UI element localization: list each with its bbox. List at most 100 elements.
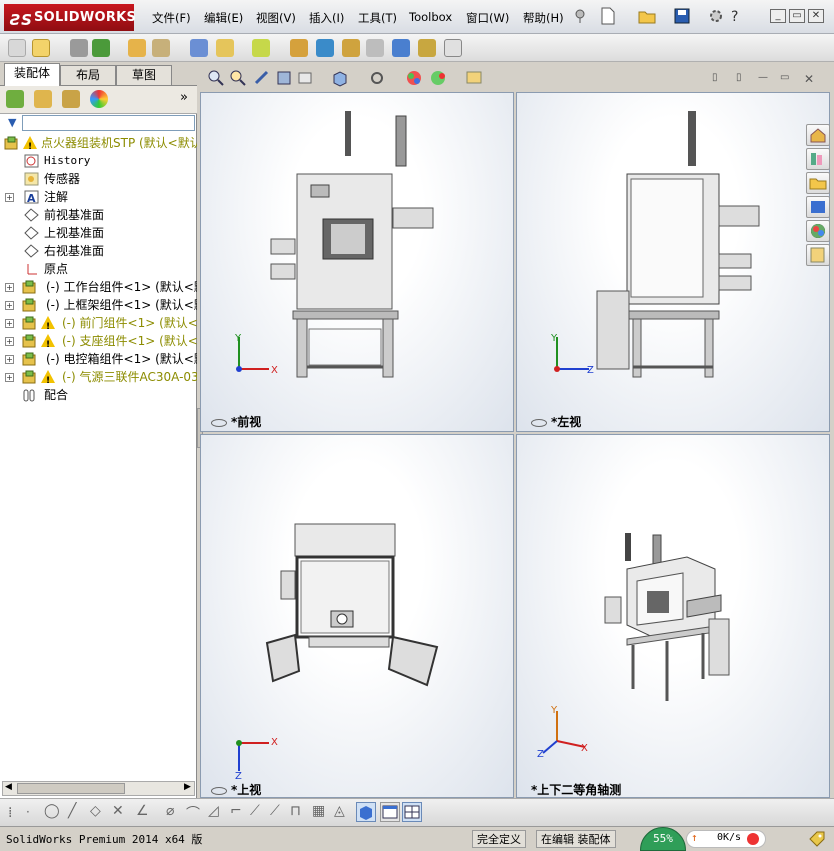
expand-toggle[interactable]: + <box>5 337 14 346</box>
reference-geometry-icon[interactable] <box>290 39 308 57</box>
file-explorer-icon[interactable] <box>806 172 830 194</box>
polygon-icon[interactable]: ◇ <box>90 803 101 819</box>
fillet-icon[interactable]: ⌒ <box>186 803 200 823</box>
trim-icon[interactable]: ✕ <box>112 803 124 819</box>
menu-insert[interactable]: 插入(I) <box>309 10 344 26</box>
save-icon[interactable] <box>674 8 690 24</box>
pin-icon[interactable] <box>572 8 588 24</box>
menu-window[interactable]: 窗口(W) <box>466 10 509 26</box>
expand-toggle[interactable]: + <box>5 355 14 364</box>
mate-icon[interactable] <box>92 39 110 57</box>
grid-icon[interactable]: ▦ <box>312 803 325 819</box>
smart-fasteners-icon[interactable] <box>152 39 170 57</box>
menu-help[interactable]: 帮助(H) <box>523 10 564 26</box>
expand-toggle[interactable]: + <box>5 373 14 382</box>
interference-detection-icon[interactable] <box>418 39 436 57</box>
menu-tools[interactable]: 工具(T) <box>358 10 397 26</box>
linear-sketch-pattern-icon[interactable]: ⊓ <box>290 803 301 819</box>
tree-item-air-source[interactable]: + (-) 气源三联件AC30A-03< <box>0 368 197 386</box>
assembly-features-icon[interactable] <box>252 39 270 57</box>
tree-item-right-plane[interactable]: 右视基准面 <box>0 242 197 260</box>
tree-item-top-plane[interactable]: 上视基准面 <box>0 224 197 242</box>
viewport-isometric[interactable]: Y X Z *上下二等角轴测 <box>516 434 830 798</box>
tree-item-root-assembly[interactable]: 点火器组装机STP (默认<默认 <box>0 134 197 152</box>
view-settings-icon[interactable] <box>465 69 487 87</box>
tree-item-front-plane[interactable]: 前视基准面 <box>0 206 197 224</box>
menu-file[interactable]: 文件(F) <box>152 10 191 26</box>
view-orientation-icon[interactable] <box>331 69 353 87</box>
smart-dimension-icon[interactable]: ⌀ <box>166 803 174 819</box>
edit-appearance-icon[interactable] <box>405 69 423 87</box>
tree-item-workbench[interactable]: + (-) 工作台组件<1> (默认<默 <box>0 278 197 296</box>
scroll-right-arrow-icon[interactable]: ▶ <box>184 782 191 792</box>
solidworks-logo[interactable]: ƧS SOLIDWORKS <box>4 4 136 31</box>
tree-item-front-door[interactable]: + (-) 前门组件<1> (默认<默 <box>0 314 197 332</box>
options-gear-icon[interactable] <box>708 8 724 24</box>
convert-entities-icon[interactable]: ⟋ <box>270 803 280 819</box>
design-library-icon[interactable] <box>806 148 830 170</box>
new-document-icon[interactable] <box>600 7 616 25</box>
chamfer-icon[interactable]: ◿ <box>208 803 219 819</box>
expand-toggle[interactable]: + <box>5 283 14 292</box>
viewport-restore-icon[interactable]: ▭ <box>780 72 789 83</box>
expand-toggle[interactable]: + <box>5 193 14 202</box>
explode-line-sketch-icon[interactable] <box>392 39 410 57</box>
filter-icon[interactable]: ▼ <box>8 116 16 129</box>
dynamic-annotation-icon[interactable] <box>297 69 319 87</box>
tree-item-history[interactable]: History <box>0 152 197 170</box>
solidworks-resources-icon[interactable] <box>806 124 830 146</box>
viewport-expand-icon[interactable]: ▯ <box>736 72 742 83</box>
insert-component-icon[interactable] <box>32 39 50 57</box>
circle-icon[interactable]: ◯ <box>44 803 60 819</box>
tab-sketch[interactable]: 草图 <box>116 65 172 85</box>
show-hidden-icon[interactable] <box>216 39 234 57</box>
custom-properties-icon[interactable] <box>806 244 830 266</box>
scroll-thumb[interactable] <box>17 783 125 794</box>
tree-item-support[interactable]: + (-) 支座组件<1> (默认<默 <box>0 332 197 350</box>
close-button[interactable]: ✕ <box>808 9 824 23</box>
feature-manager-icon[interactable] <box>6 90 24 108</box>
tree-horizontal-scrollbar[interactable]: ◀ ▶ <box>2 781 195 796</box>
help-question-icon[interactable]: ? <box>728 8 744 24</box>
configuration-manager-icon[interactable] <box>62 90 80 108</box>
tree-item-mates[interactable]: 配合 <box>0 386 197 404</box>
menu-view[interactable]: 视图(V) <box>256 10 296 26</box>
display-manager-icon[interactable] <box>90 90 108 108</box>
angle-icon[interactable]: ∠ <box>136 803 149 819</box>
previous-view-icon[interactable] <box>253 69 271 87</box>
apply-scene-icon[interactable] <box>429 69 451 87</box>
mirror-icon[interactable]: ⟋ <box>250 803 260 819</box>
tree-item-origin[interactable]: 原点 <box>0 260 197 278</box>
menu-toolbox[interactable]: Toolbox <box>409 10 452 24</box>
tag-icon[interactable] <box>808 830 826 848</box>
tree-item-sensors[interactable]: 传感器 <box>0 170 197 188</box>
new-motion-study-icon[interactable] <box>316 39 334 57</box>
viewport-minimize-icon[interactable]: — <box>758 72 768 83</box>
move-component-icon[interactable] <box>190 39 208 57</box>
appearances-scenes-icon[interactable] <box>806 220 830 242</box>
expand-chevron-icon[interactable]: » <box>180 90 188 105</box>
minimize-button[interactable]: _ <box>770 9 786 23</box>
section-view-icon[interactable] <box>275 69 293 87</box>
linear-pattern-icon[interactable] <box>128 39 146 57</box>
expand-toggle[interactable]: + <box>5 319 14 328</box>
menu-edit[interactable]: 编辑(E) <box>204 10 243 26</box>
paperclip-icon[interactable] <box>70 39 88 57</box>
tab-assembly[interactable]: 装配体 <box>4 63 60 86</box>
corner-icon[interactable]: ⌐ <box>230 803 242 819</box>
tree-filter-input[interactable] <box>22 115 195 131</box>
property-manager-icon[interactable] <box>34 90 52 108</box>
tab-layout[interactable]: 布局 <box>60 65 116 85</box>
restore-button[interactable]: ▭ <box>789 9 805 23</box>
viewport-left[interactable]: Y Z *左视 <box>516 92 830 432</box>
scroll-left-arrow-icon[interactable]: ◀ <box>5 782 12 792</box>
expand-toggle[interactable]: + <box>5 301 14 310</box>
bill-of-materials-icon[interactable] <box>342 39 360 57</box>
shaded-display-icon[interactable] <box>356 802 376 822</box>
view-palette-icon[interactable] <box>806 196 830 218</box>
tree-item-control-box[interactable]: + (-) 电控箱组件<1> (默认<默 <box>0 350 197 368</box>
cpu-usage-gauge[interactable]: 55% <box>640 827 686 851</box>
tree-item-annotations[interactable]: + A 注解 <box>0 188 197 206</box>
viewport-collapse-icon[interactable]: ▯ <box>712 72 718 83</box>
point-icon[interactable]: · <box>26 805 30 819</box>
